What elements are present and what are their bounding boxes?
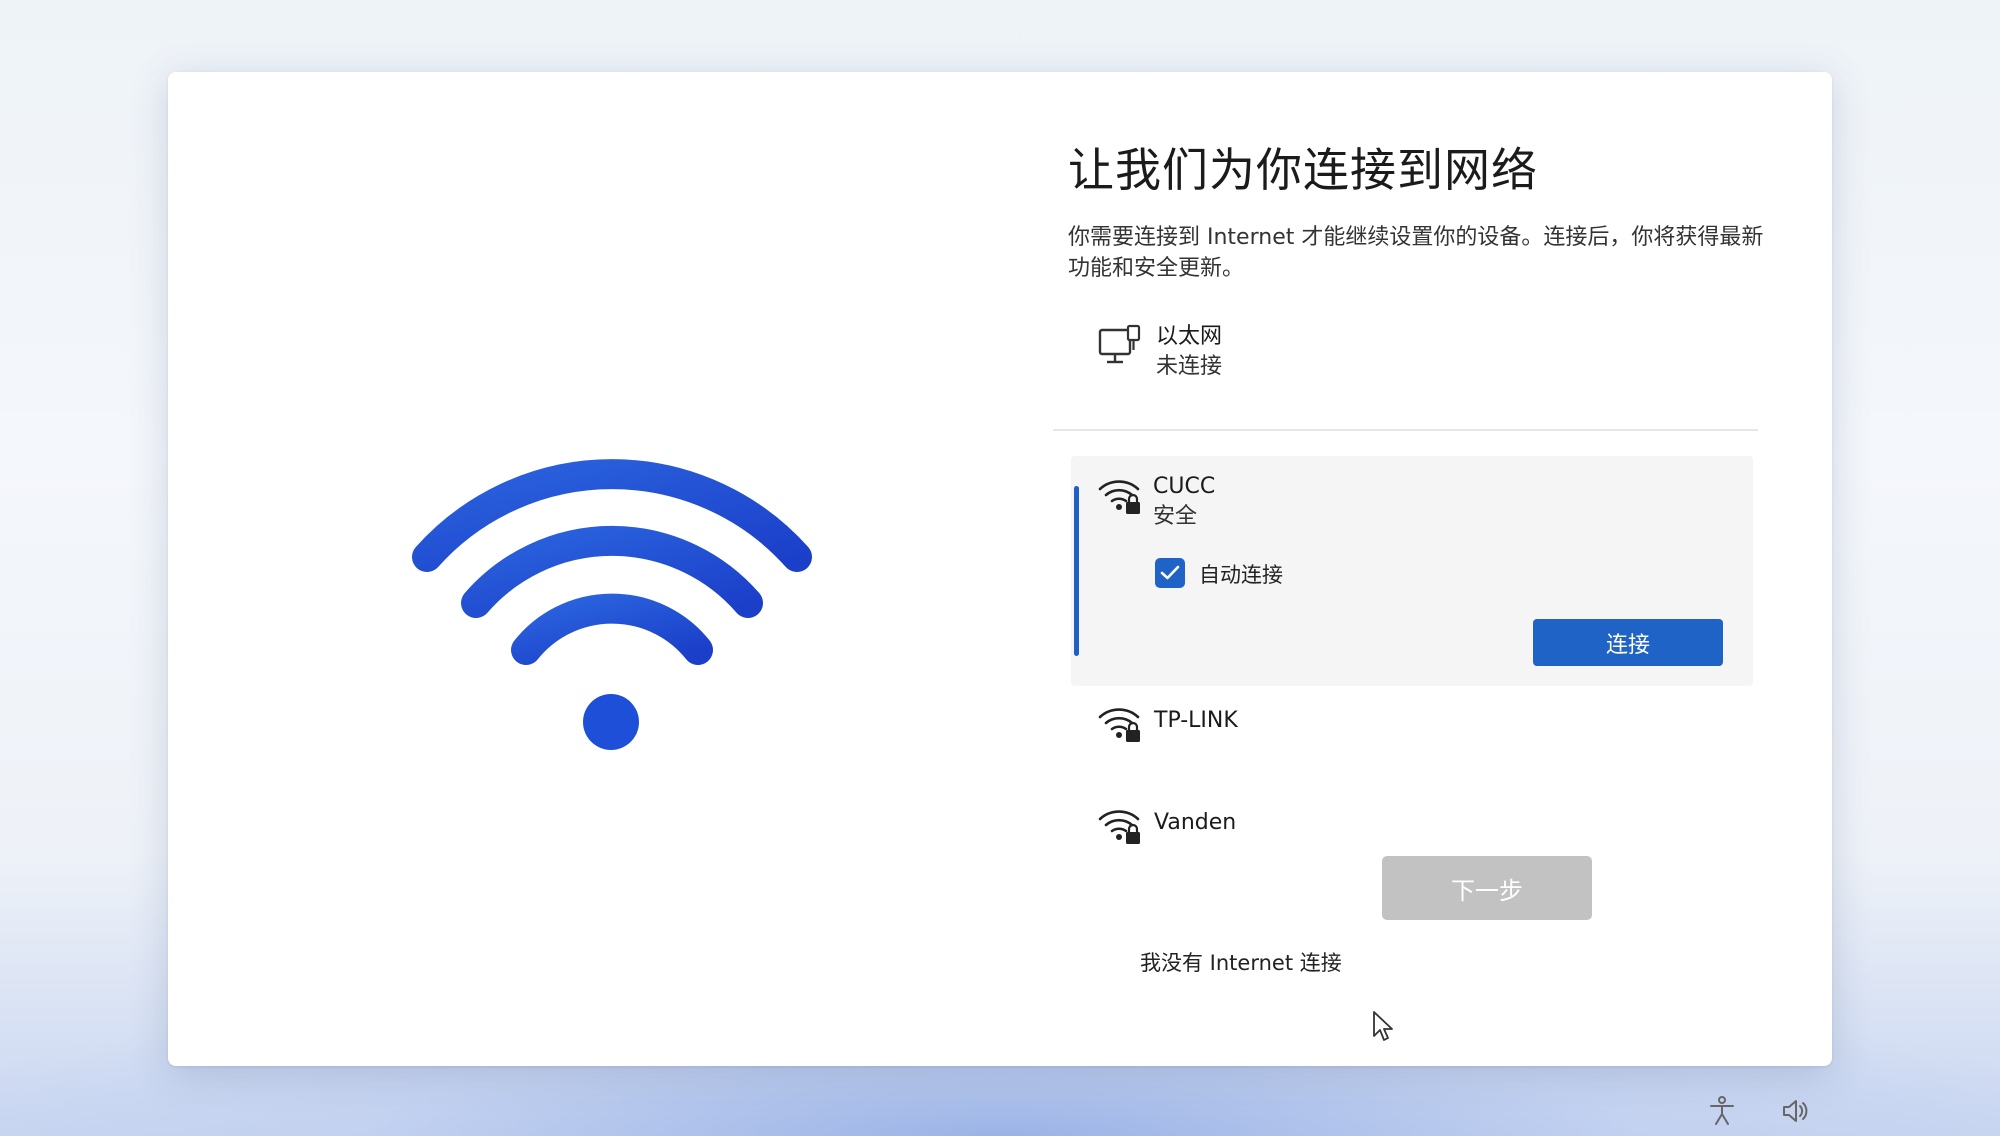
ethernet-name: 以太网 (1156, 324, 1223, 349)
page-title: 让我们为你连接到网络 (1068, 143, 1538, 197)
wifi-illustration-icon (412, 459, 812, 750)
network-item-tp-link[interactable]: TP-LINK (1068, 702, 1768, 762)
network-status: 安全 (1153, 504, 1198, 529)
no-internet-link[interactable]: 我没有 Internet 连接 (1140, 947, 1342, 977)
network-item-cucc[interactable]: CUCC 安全 自动连接 连接 (1071, 456, 1753, 686)
next-button[interactable]: 下一步 (1382, 856, 1592, 920)
mouse-cursor-icon (1373, 1011, 1393, 1041)
auto-connect-checkbox[interactable] (1155, 558, 1185, 588)
wifi-secured-icon (1098, 810, 1140, 844)
network-name: TP-LINK (1154, 708, 1238, 733)
checkmark-icon (1160, 565, 1180, 580)
ethernet-item[interactable]: 以太网 未连接 (1098, 322, 1498, 392)
network-item-vanden[interactable]: Vanden (1068, 804, 1768, 864)
accessibility-icon[interactable] (1706, 1095, 1738, 1127)
ethernet-monitor-icon (1098, 324, 1141, 364)
volume-icon[interactable] (1780, 1095, 1812, 1127)
wifi-secured-icon (1098, 480, 1140, 514)
selection-indicator (1074, 486, 1079, 656)
auto-connect-label: 自动连接 (1199, 563, 1283, 587)
network-name: CUCC (1153, 474, 1216, 499)
wifi-secured-icon (1098, 708, 1140, 742)
ethernet-status: 未连接 (1156, 354, 1223, 379)
divider (1053, 429, 1758, 431)
network-name: Vanden (1154, 810, 1237, 835)
connect-button[interactable]: 连接 (1533, 619, 1723, 666)
page-description: 你需要连接到 Internet 才能继续设置你的设备。连接后，你将获得最新功能和… (1068, 225, 1764, 281)
